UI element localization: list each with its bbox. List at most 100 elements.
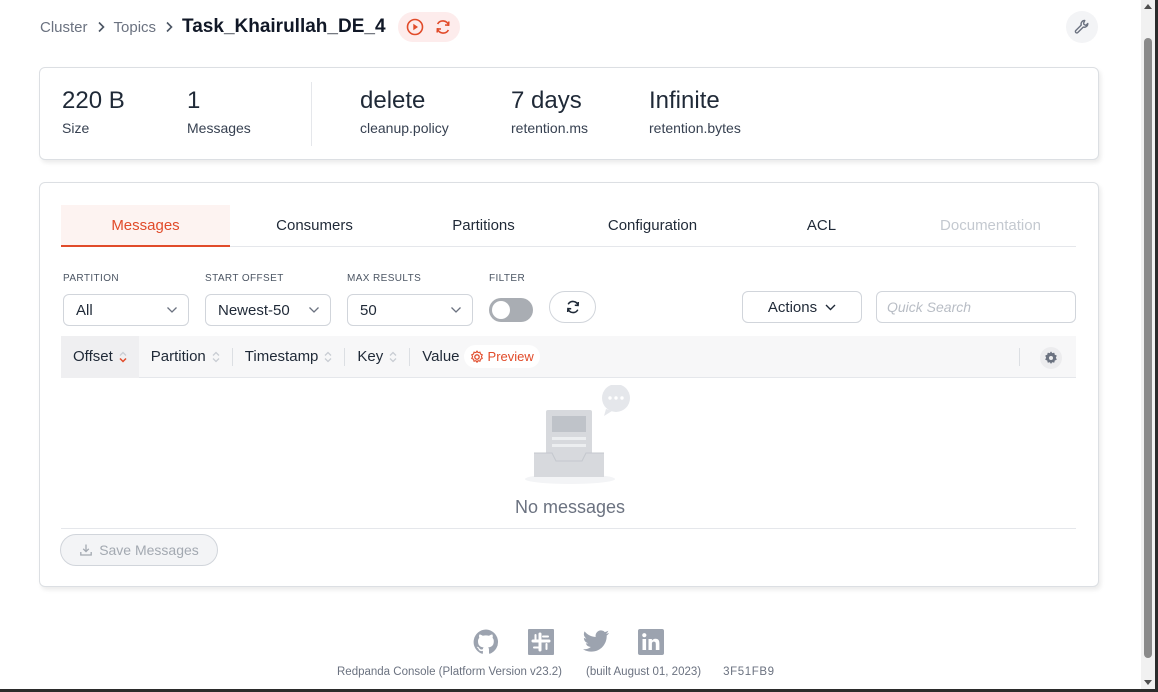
column-label: Key — [357, 348, 384, 365]
refresh-icon — [566, 300, 579, 314]
column-header-key[interactable]: Key — [345, 336, 409, 378]
twitter-icon[interactable] — [582, 628, 610, 656]
actions-button[interactable]: Actions — [742, 291, 862, 323]
stat-cleanup-policy: delete cleanup.policy — [360, 86, 449, 136]
partition-value: All — [76, 301, 93, 319]
footer-version: Redpanda Console (Platform Version v23.2… — [337, 666, 563, 678]
sort-icon — [324, 351, 332, 363]
footer-hash: 3F51FB9 — [723, 666, 775, 678]
refresh-messages-button[interactable] — [549, 291, 596, 323]
messages-card: Messages Consumers Partitions Configurat… — [39, 182, 1099, 587]
stat-retention-bytes: Infinite retention.bytes — [649, 86, 741, 136]
preview-button[interactable]: Preview — [463, 345, 540, 368]
column-label: Offset — [73, 348, 113, 365]
linkedin-icon[interactable] — [637, 628, 665, 656]
slack-icon[interactable] — [527, 628, 555, 656]
quick-search-input[interactable] — [876, 291, 1076, 323]
start-offset-select[interactable]: Newest-50 — [205, 294, 331, 326]
chevron-down-icon — [309, 307, 319, 313]
max-results-select[interactable]: 50 — [347, 294, 473, 326]
download-icon — [80, 544, 93, 556]
stat-label: cleanup.policy — [360, 120, 449, 136]
social-links — [472, 628, 665, 656]
column-label: Partition — [150, 348, 206, 365]
filter-toggle[interactable] — [489, 298, 533, 322]
chevron-down-icon — [167, 307, 177, 313]
column-header-offset[interactable]: Offset — [61, 335, 139, 378]
breadcrumb: Cluster Topics Task_Khairullah_DE_4 — [40, 12, 460, 42]
max-results-filter: MAX RESULTS 50 — [347, 273, 473, 326]
column-header-partition[interactable]: Partition — [139, 336, 232, 378]
partition-label: PARTITION — [63, 273, 120, 284]
empty-inbox-icon — [522, 384, 632, 485]
stat-value: 220 B — [62, 87, 125, 114]
scroll-up-arrow-icon[interactable] — [1144, 4, 1152, 9]
page-title: Task_Khairullah_DE_4 — [182, 16, 386, 37]
tab-documentation: Documentation — [940, 217, 1041, 234]
stat-value: delete — [360, 87, 426, 114]
chevron-down-icon — [451, 307, 461, 313]
column-header-timestamp[interactable]: Timestamp — [233, 336, 345, 378]
sort-desc-icon — [119, 351, 127, 363]
stat-retention-ms: 7 days retention.ms — [511, 86, 588, 136]
stat-value: 7 days — [511, 87, 582, 114]
footer-version-info: Redpanda Console (Platform Version v23.2… — [337, 666, 775, 678]
toggle-knob — [492, 301, 510, 319]
tab-partitions[interactable]: Partitions — [399, 205, 568, 246]
partition-filter: PARTITION All — [63, 273, 189, 326]
card-divider — [61, 528, 1076, 529]
empty-state-text: No messages — [514, 497, 626, 517]
max-results-label: MAX RESULTS — [347, 273, 422, 284]
messages-table-header: Offset Partition Timestamp Key Value Pre… — [61, 335, 1076, 378]
stat-label: Messages — [187, 120, 251, 136]
stat-divider — [311, 82, 312, 146]
scrollbar[interactable] — [1141, 0, 1155, 689]
column-label: Timestamp — [244, 348, 319, 365]
tab-acl[interactable]: ACL — [737, 205, 906, 246]
github-icon[interactable] — [472, 628, 500, 656]
tab-consumers[interactable]: Consumers — [230, 205, 399, 246]
refresh-icon[interactable] — [432, 16, 454, 38]
table-settings-button[interactable] — [1040, 347, 1062, 369]
topic-actions — [397, 12, 460, 42]
start-offset-value: Newest-50 — [218, 301, 290, 319]
sort-icon — [389, 351, 397, 363]
gear-icon — [1045, 351, 1057, 364]
chevron-right-icon — [96, 21, 106, 33]
stat-value: 1 — [187, 87, 201, 114]
breadcrumb-cluster[interactable]: Cluster — [40, 19, 88, 36]
column-header-value: Value Preview — [410, 336, 552, 378]
tab-configuration[interactable]: Configuration — [568, 205, 737, 246]
max-results-value: 50 — [360, 301, 377, 319]
breadcrumb-topics[interactable]: Topics — [114, 19, 157, 36]
partition-select[interactable]: All — [63, 294, 189, 326]
stat-label: retention.bytes — [649, 120, 741, 136]
preview-label: Preview — [487, 349, 534, 364]
stat-value: Infinite — [649, 87, 720, 114]
topic-stats-card: 220 B Size 1 Messages delete cleanup.pol… — [39, 67, 1099, 160]
wrench-icon[interactable] — [1066, 11, 1098, 43]
footer-built: (built August 01, 2023) — [586, 666, 702, 678]
filter-label: FILTER — [489, 273, 526, 284]
stat-label: retention.ms — [511, 120, 589, 136]
gear-icon — [470, 349, 483, 363]
save-messages-label: Save Messages — [99, 542, 199, 558]
start-offset-label: START OFFSET — [205, 273, 284, 284]
chevron-down-icon — [825, 304, 836, 310]
scroll-down-arrow-icon[interactable] — [1144, 680, 1152, 685]
topic-tabs: Messages Consumers Partitions Configurat… — [61, 205, 1076, 247]
stat-label: Size — [62, 120, 90, 136]
sort-icon — [212, 351, 220, 363]
column-separator — [1019, 348, 1020, 366]
save-messages-button[interactable]: Save Messages — [60, 534, 218, 566]
start-offset-filter: START OFFSET Newest-50 — [205, 273, 331, 326]
actions-label: Actions — [767, 298, 818, 316]
filter-toggle-group: FILTER — [489, 273, 533, 322]
column-label: Value — [422, 348, 460, 365]
play-circle-icon[interactable] — [404, 16, 426, 38]
chevron-right-icon — [164, 21, 174, 33]
tab-messages[interactable]: Messages — [61, 205, 230, 247]
stat-size: 220 B Size — [62, 86, 125, 136]
scrollbar-thumb[interactable] — [1144, 38, 1152, 658]
stat-messages: 1 Messages — [187, 86, 251, 136]
